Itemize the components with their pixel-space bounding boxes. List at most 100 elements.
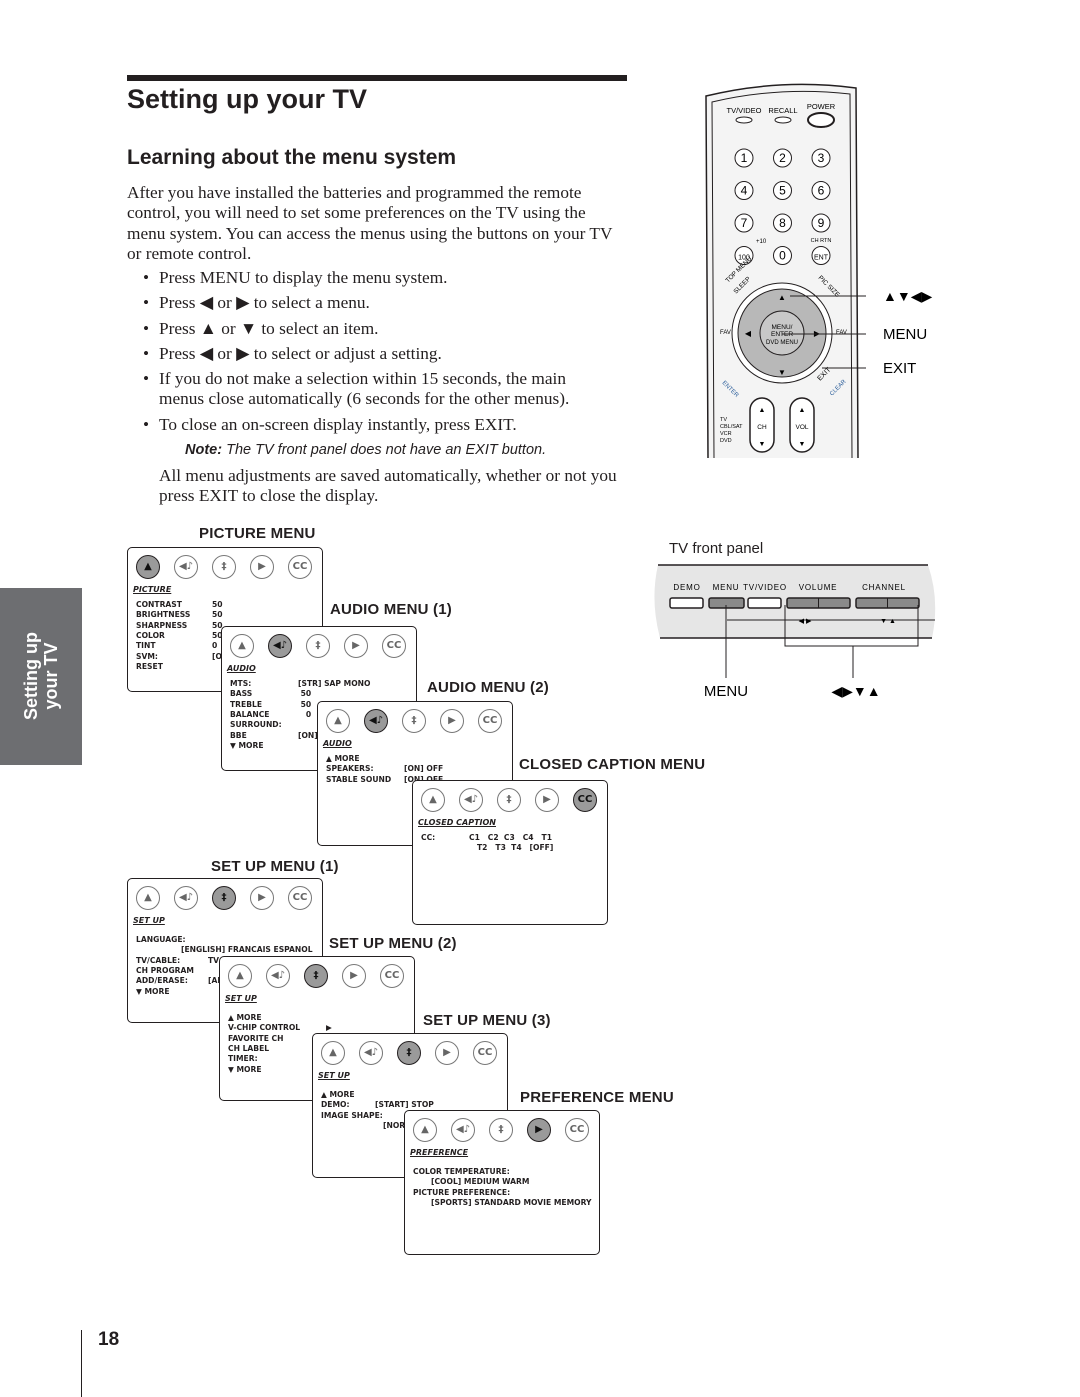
mode-vcr-label: VCR <box>720 431 732 437</box>
audio-icon: ◀♪ <box>174 886 198 910</box>
picture-icon: ▲ <box>228 964 252 988</box>
exit-callout: EXIT <box>883 360 916 377</box>
recall-button[interactable] <box>774 116 792 124</box>
closed-caption-icon: CC <box>288 555 312 579</box>
front-panel-button[interactable] <box>747 597 782 609</box>
audio-icon: ◀♪ <box>364 709 388 733</box>
menu-title: AUDIO MENU (2) <box>427 679 549 696</box>
down-arrow-icon[interactable]: ▼ <box>778 368 786 377</box>
menu-item-label: TIMER: <box>228 1054 258 1064</box>
menu-item-label: CONTRAST <box>136 600 182 609</box>
list-item: To close an on-screen display instantly,… <box>140 415 610 436</box>
digit-label: 8 <box>779 216 786 230</box>
power-button[interactable] <box>807 112 835 128</box>
ch-label: CH <box>757 424 767 431</box>
audio-icon: ◀♪ <box>451 1118 475 1142</box>
closed-caption-icon: CC <box>565 1118 589 1142</box>
closed-caption-icon: CC <box>478 709 502 733</box>
svg-text:▼: ▼ <box>799 441 806 448</box>
intro-paragraph: After you have installed the batteries a… <box>127 183 613 263</box>
note-text: The TV front panel does not have an EXIT… <box>222 442 547 458</box>
preference-icon: ▶ <box>535 788 559 812</box>
audio-icon: ◀♪ <box>459 788 483 812</box>
menu-item-value: 50 <box>212 610 223 620</box>
closed-caption-icon: CC <box>473 1041 497 1065</box>
power-label: POWER <box>807 102 836 111</box>
front-panel-label: DEMO <box>673 583 700 592</box>
menu-title: SET UP MENU (3) <box>423 1012 551 1029</box>
dvd-menu-label: DVD MENU <box>766 340 798 346</box>
svg-text:▲: ▲ <box>799 407 806 414</box>
picture-icon: ▲ <box>230 634 254 658</box>
plus10-label: +10 <box>756 239 767 245</box>
menu-item-label: ▼ MORE <box>136 986 170 996</box>
menu-item-label: BBE <box>230 730 247 740</box>
digit-label: 9 <box>818 216 825 230</box>
menu-label: PREFERENCE <box>410 1148 469 1157</box>
menu-label: SET UP <box>133 916 165 925</box>
menu-item-value: [ON] OFF <box>404 764 444 774</box>
menu-label: SET UP <box>318 1071 350 1080</box>
svg-text:▼ ▲: ▼ ▲ <box>880 618 896 625</box>
menu-item-label: STABLE SOUND <box>326 774 392 784</box>
menu-item-value: [START] STOP <box>375 1100 434 1110</box>
picture-icon: ▲ <box>421 788 445 812</box>
tv-video-button[interactable] <box>735 116 753 124</box>
header-rule <box>127 75 627 81</box>
setup-icon: ‡ <box>489 1118 513 1142</box>
menu-item-label: IMAGE SHAPE: <box>321 1110 383 1120</box>
preference-icon: ▶ <box>250 555 274 579</box>
menu-item-label: TV/CABLE: <box>136 955 181 965</box>
front-panel-label: TV/VIDEO <box>743 583 787 592</box>
front-panel-label: MENU <box>713 583 740 592</box>
menu-item-value: ▶ <box>326 1023 332 1033</box>
digit-label: ENT <box>814 255 829 262</box>
setup-icon: ‡ <box>212 555 236 579</box>
front-arrows-callout: ◀▶▼▲ <box>831 683 880 699</box>
menu-item-label: COLOR <box>136 630 165 640</box>
menu-screen: ▲ ◀♪ ‡ ▶ CC CLOSED CAPTION CC: C1 C2 C3 C4 T1 T2… <box>412 780 608 925</box>
front-panel-label: CHANNEL <box>862 583 906 592</box>
digit-label: 3 <box>818 151 825 165</box>
menu-item-label: TINT <box>136 641 156 651</box>
menu-label: PICTURE <box>133 585 172 594</box>
digit-label: 4 <box>741 184 748 198</box>
menu-screen: ▲ ◀♪ ‡ ▶ CC PREFERENCE COLOR TEMPERATURE: [COOL… <box>404 1110 600 1255</box>
menu-item-label: RESET <box>136 661 163 671</box>
digit-label: 2 <box>779 151 786 165</box>
front-panel-button[interactable] <box>669 597 704 609</box>
menu-item-label: BASS <box>230 689 253 699</box>
menu-item-label: SVM: <box>136 651 158 661</box>
menu-item-label: ▲ MORE <box>321 1090 355 1099</box>
up-arrow-icon[interactable]: ▲ <box>778 293 786 302</box>
arrows-callout: ▲▼◀▶ <box>883 288 932 304</box>
menu-item-label: SHARPNESS <box>136 620 188 630</box>
menu-item-value: 0 <box>212 641 218 651</box>
preference-icon: ▶ <box>527 1118 551 1142</box>
menu-item-value: 50 <box>298 699 312 709</box>
front-panel-label: VOLUME <box>799 583 838 592</box>
menu-item-label: CC: <box>421 833 436 842</box>
side-tab-label: Setting up your TV <box>21 632 61 720</box>
menu-label: MENU/ <box>772 324 793 331</box>
front-menu-callout: MENU <box>704 683 748 700</box>
closed-caption-icon: CC <box>380 964 404 988</box>
menu-label: CLOSED CAPTION <box>418 818 496 827</box>
menu-title: PREFERENCE MENU <box>520 1089 674 1106</box>
setup-icon: ‡ <box>497 788 521 812</box>
closing-paragraph: All menu adjustments are saved automatic… <box>159 466 617 506</box>
vol-label: VOL <box>795 424 808 431</box>
menu-item-label: PICTURE PREFERENCE: <box>413 1187 511 1197</box>
menu-title: SET UP MENU (2) <box>329 935 457 952</box>
menu-item-label: TREBLE <box>230 699 263 709</box>
menu-item-label: DEMO: <box>321 1100 350 1110</box>
list-item: If you do not make a selection within 15… <box>140 369 610 410</box>
menu-title: SET UP MENU (1) <box>211 858 339 875</box>
svg-text:▲: ▲ <box>759 407 766 414</box>
menu-item-label: ▼ MORE <box>230 740 264 750</box>
closed-caption-icon: CC <box>573 788 597 812</box>
menu-item-label: CH LABEL <box>228 1043 270 1053</box>
menu-title: PICTURE MENU <box>199 525 316 542</box>
left-arrow-icon[interactable]: ◀ <box>745 329 752 338</box>
picture-icon: ▲ <box>326 709 350 733</box>
